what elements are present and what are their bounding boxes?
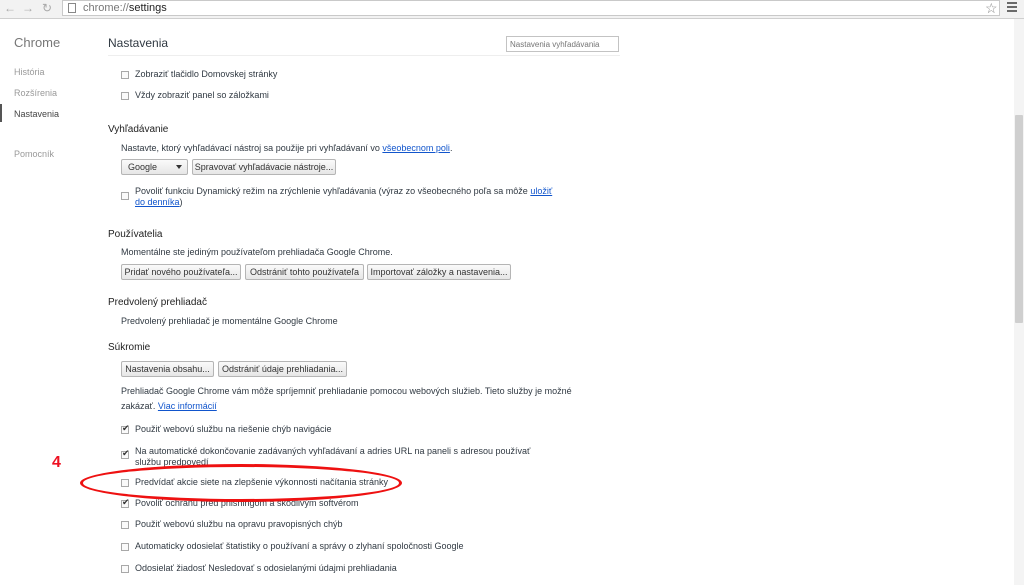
- url-host: settings: [128, 2, 167, 14]
- remove-user-button[interactable]: Odstrániť tohto používateľa: [245, 264, 364, 280]
- search-engine-value: Google: [128, 162, 158, 172]
- spelling-service-checkbox[interactable]: [121, 521, 129, 529]
- search-desc-text: Nastavte, ktorý vyhľadávací nástroj sa p…: [121, 143, 383, 153]
- browser-toolbar: ← → ↻ chrome://settings ☆: [0, 0, 1024, 19]
- usage-statistics-label: Automaticky odosielať štatistiky o použí…: [135, 541, 464, 551]
- spelling-service-label: Použiť webovú službu na opravu pravopisn…: [135, 519, 343, 529]
- add-user-button[interactable]: Pridať nového používateľa...: [121, 264, 241, 280]
- scrollbar-thumb[interactable]: [1015, 115, 1023, 323]
- chevron-down-icon: [176, 165, 182, 169]
- chrome-menu-icon[interactable]: [1007, 2, 1017, 14]
- instant-text: Povoliť funkciu Dynamický režim na zrých…: [135, 186, 531, 196]
- sidebar-item-extensions[interactable]: Rozšírenia: [14, 88, 57, 98]
- omnibox-link[interactable]: všeobecnom poli: [382, 143, 450, 153]
- header-divider: [108, 55, 620, 56]
- show-home-label: Zobraziť tlačidlo Domovskej stránky: [135, 69, 278, 79]
- bookmarks-bar-label: Vždy zobraziť panel so záložkami: [135, 90, 269, 100]
- default-browser-description: Predvolený prehliadač je momentálne Goog…: [121, 316, 338, 326]
- privacy-description-line2: zakázať. Viac informácií: [121, 399, 217, 414]
- search-engine-select[interactable]: Google: [121, 159, 188, 175]
- search-section-title: Vyhľadávanie: [108, 124, 169, 135]
- do-not-track-checkbox[interactable]: [121, 565, 129, 573]
- clear-browsing-data-button[interactable]: Odstrániť údaje prehliadania...: [218, 361, 347, 377]
- default-browser-section-title: Predvolený prehliadač: [108, 297, 207, 308]
- settings-search-input[interactable]: [506, 36, 619, 52]
- privacy-section-title: Súkromie: [108, 342, 151, 353]
- prediction-service-checkbox[interactable]: [121, 448, 130, 459]
- sidebar-item-settings[interactable]: Nastavenia: [14, 109, 59, 119]
- privacy-description-line1: Prehliadač Google Chrome vám môže spríje…: [121, 386, 572, 396]
- search-desc-suffix: .: [449, 143, 453, 153]
- users-description: Momentálne ste jediným používateľom preh…: [121, 247, 393, 257]
- bookmark-star-icon[interactable]: ☆: [985, 0, 998, 16]
- url-scheme: chrome://: [83, 2, 129, 14]
- sidebar-item-history[interactable]: História: [14, 67, 45, 77]
- navigation-errors-checkbox[interactable]: [121, 423, 130, 434]
- forward-arrow-icon[interactable]: →: [21, 1, 35, 15]
- reload-icon[interactable]: ↻: [40, 1, 54, 15]
- instant-checkbox[interactable]: [121, 192, 129, 200]
- bookmarks-bar-checkbox[interactable]: [121, 92, 129, 100]
- address-bar[interactable]: chrome://settings: [62, 0, 1000, 16]
- usage-statistics-checkbox[interactable]: [121, 543, 129, 551]
- content-settings-button[interactable]: Nastavenia obsahu...: [121, 361, 214, 377]
- page-icon: [68, 3, 76, 13]
- manage-search-engines-button[interactable]: Spravovať vyhľadávacie nástroje...: [192, 159, 336, 175]
- sidebar-active-indicator: [0, 104, 2, 122]
- phishing-protection-checkbox[interactable]: [121, 497, 130, 508]
- annotation-ellipse: [80, 464, 402, 502]
- privacy-desc-text: zakázať.: [121, 401, 158, 411]
- annotation-number: 4: [52, 454, 61, 471]
- sidebar-brand: Chrome: [14, 35, 61, 50]
- back-arrow-icon[interactable]: ←: [3, 1, 17, 15]
- learn-more-link[interactable]: Viac informácií: [158, 401, 217, 411]
- url-text[interactable]: chrome://settings: [83, 2, 167, 15]
- do-not-track-label: Odosielať žiadosť Nesledovať s odosielan…: [135, 563, 397, 573]
- search-description: Nastavte, ktorý vyhľadávací nástroj sa p…: [121, 141, 452, 156]
- users-section-title: Používatelia: [108, 229, 163, 240]
- instant-suffix: ): [179, 197, 183, 207]
- import-bookmarks-button[interactable]: Importovať záložky a nastavenia...: [367, 264, 511, 280]
- sidebar-item-help[interactable]: Pomocník: [14, 149, 54, 159]
- show-home-checkbox[interactable]: [121, 71, 129, 79]
- instant-label: Povoliť funkciu Dynamický režim na zrých…: [135, 186, 555, 208]
- page-title: Nastavenia: [108, 36, 169, 50]
- navigation-errors-label: Použiť webovú službu na riešenie chýb na…: [135, 424, 332, 434]
